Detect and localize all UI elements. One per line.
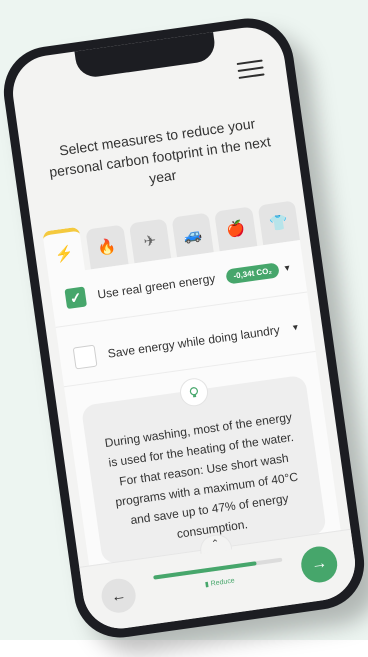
- shirt-icon: 👕: [268, 213, 290, 234]
- co2-savings-badge: -0,34t CO₂: [225, 261, 280, 285]
- info-text: During washing, most of the energy is us…: [103, 409, 299, 541]
- tab-flights[interactable]: ✈: [128, 218, 172, 264]
- checkbox-unchecked[interactable]: [72, 344, 98, 370]
- tab-transport[interactable]: 🚙: [171, 212, 215, 258]
- arrow-right-icon: →: [310, 554, 329, 574]
- fire-icon: 🔥: [96, 237, 118, 258]
- apple-icon: 🍎: [225, 219, 247, 240]
- airplane-icon: ✈: [142, 232, 158, 251]
- checkbox-checked[interactable]: ✓: [64, 286, 88, 310]
- hamburger-menu-icon[interactable]: [236, 57, 265, 80]
- lightning-icon: ⚡: [53, 244, 75, 265]
- measures-panel: ✓ Use real green energy -0,34t CO₂ ▾ Sav…: [48, 240, 341, 567]
- tab-energy[interactable]: ⚡: [42, 226, 86, 278]
- tab-food[interactable]: 🍎: [214, 206, 257, 252]
- measure-label: Save energy while doing laundry: [106, 322, 281, 361]
- car-icon: 🚙: [182, 225, 204, 246]
- chevron-down-icon[interactable]: ▾: [284, 262, 291, 274]
- chart-icon: ▮: [204, 581, 210, 589]
- info-card: During washing, most of the energy is us…: [80, 374, 327, 565]
- next-button[interactable]: →: [298, 544, 340, 585]
- measure-label: Use real green energy: [96, 271, 217, 302]
- tab-heating[interactable]: 🔥: [85, 224, 129, 270]
- chevron-down-icon[interactable]: ▾: [292, 322, 299, 334]
- tab-consumption[interactable]: 👕: [257, 200, 300, 246]
- lightbulb-icon: [178, 376, 210, 409]
- page-title: Select measures to reduce your personal …: [48, 115, 272, 187]
